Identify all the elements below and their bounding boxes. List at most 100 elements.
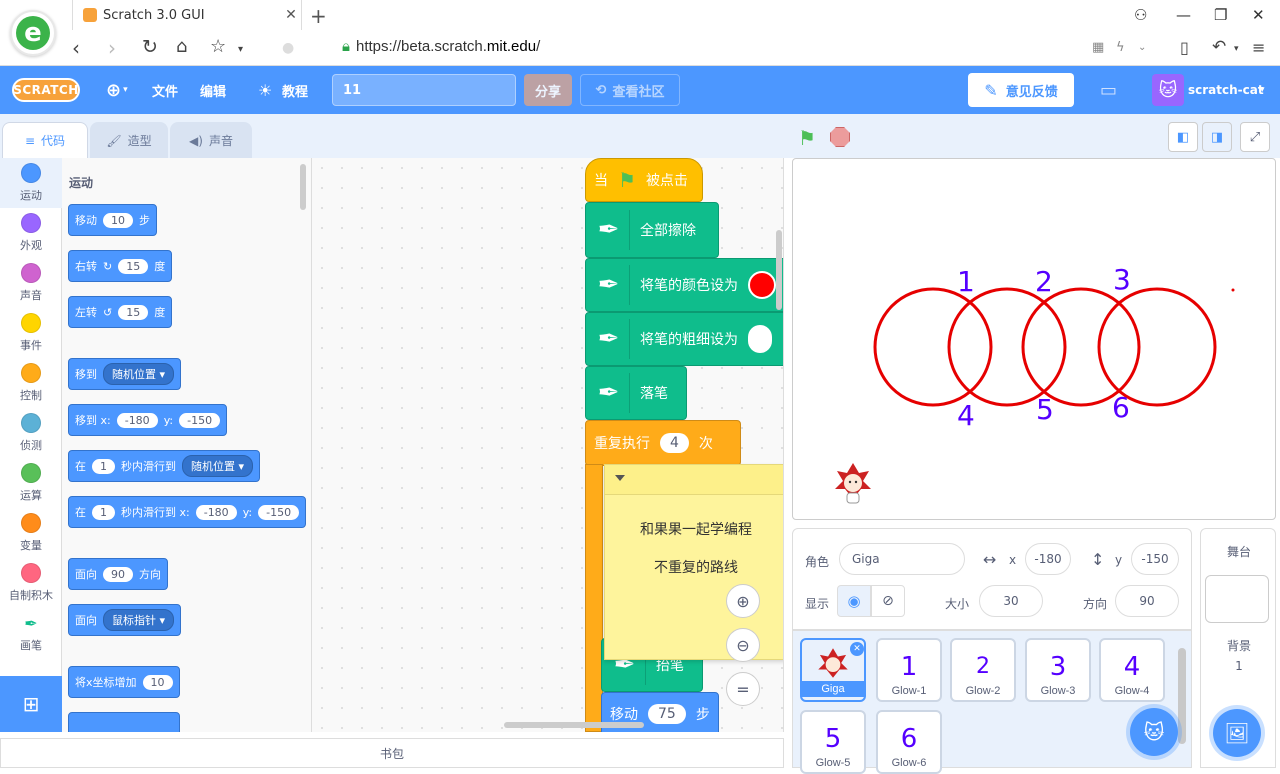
block-input[interactable]: 1 (92, 458, 115, 474)
direction-input[interactable]: 90 (1115, 585, 1179, 617)
block-glide-to[interactable]: 在 1 秒内滑行到 随机位置 ▾ (68, 450, 261, 482)
size-input[interactable]: 30 (979, 585, 1043, 617)
large-stage-button[interactable]: ◨ (1202, 122, 1232, 152)
bookmark-star-icon[interactable]: ☆ (210, 36, 226, 57)
category-variables[interactable]: 变量 (0, 508, 62, 558)
block-input[interactable]: 15 (118, 304, 149, 320)
block-input[interactable]: -180 (195, 504, 237, 520)
block-input[interactable]: 10 (103, 212, 133, 228)
color-swatch[interactable] (748, 271, 776, 299)
add-extension-button[interactable]: ⊞ (0, 676, 62, 732)
qr-icon[interactable]: ▦ (1092, 40, 1104, 55)
my-stuff-folder-icon[interactable]: ▭ (1100, 66, 1117, 114)
stop-icon[interactable] (830, 127, 850, 147)
stage-target-pane[interactable]: 舞台 背景 1 🖼︎ (1200, 528, 1276, 768)
undo-icon[interactable]: ↶ (1212, 37, 1226, 57)
sprite-thumb-glow-2[interactable]: 2 Glow-2 (950, 638, 1016, 702)
palette-scrollbar[interactable] (300, 164, 306, 210)
category-my-blocks[interactable]: 自制积木 (0, 558, 62, 608)
block-input[interactable]: -150 (258, 504, 300, 520)
comment-text[interactable]: 和果果一起学编程 不重复的路线 (605, 495, 783, 587)
comment-note[interactable]: 和果果一起学编程 不重复的路线 (604, 464, 783, 660)
add-backdrop-button[interactable]: 🖼︎ (1213, 709, 1261, 757)
code-workspace[interactable]: 当 ⚑ 被点击 ✒ 全部擦除 ✒ 将笔的颜色设为 ✒ 将笔的粗细设为 ✒ 落笔 … (312, 158, 784, 732)
block-goto-xy[interactable]: 移到 x: -180 y: -150 (68, 404, 228, 436)
minimize-icon[interactable]: — (1176, 6, 1191, 24)
block-glide-xy[interactable]: 在 1 秒内滑行到 x: -180 y: -150 (68, 496, 307, 528)
file-menu[interactable]: 文件 (152, 66, 178, 114)
account-dropdown-icon[interactable]: ▾ (1260, 66, 1265, 114)
back-icon[interactable]: ‹ (72, 36, 80, 60)
browser-tab[interactable]: Scratch 3.0 GUI ✕ (72, 0, 302, 30)
sprite-thumb-glow-6[interactable]: 6 Glow-6 (876, 710, 942, 774)
block-goto[interactable]: 移到 随机位置 ▾ (68, 358, 182, 390)
url-dropdown-icon[interactable]: ⌄ (1138, 42, 1146, 53)
sprite-thumb-glow-1[interactable]: 1 Glow-1 (876, 638, 942, 702)
sprite-thumb-glow-4[interactable]: 4 Glow-4 (1099, 638, 1165, 702)
category-sensing[interactable]: 侦测 (0, 408, 62, 458)
stage-canvas[interactable]: 1 2 3 4 5 6 (792, 158, 1276, 520)
block-point-direction[interactable]: 面向 90 方向 (68, 558, 168, 590)
tutorials-menu[interactable]: 教程 (282, 66, 308, 114)
share-button[interactable]: 分享 (524, 74, 572, 106)
block-input[interactable]: 1 (92, 504, 115, 520)
zoom-out-button[interactable]: ⊖ (726, 628, 760, 662)
see-community-button[interactable]: ⟲ 查看社区 (580, 74, 680, 106)
sprite-list-scrollbar[interactable] (1178, 648, 1186, 744)
bookmark-dropdown-icon[interactable]: ▾ (238, 44, 243, 55)
giga-sprite-icon[interactable] (835, 463, 871, 504)
home-icon[interactable]: ⌂ (176, 36, 187, 57)
workspace-horizontal-scrollbar[interactable] (504, 722, 644, 728)
close-window-icon[interactable]: ✕ (1252, 6, 1265, 24)
block-change-x[interactable]: 将x坐标增加 10 (68, 666, 180, 698)
language-globe-icon[interactable]: ⊕ ▾ (106, 66, 128, 114)
comment-header[interactable] (605, 465, 783, 495)
edit-menu[interactable]: 编辑 (200, 66, 226, 114)
tab-code[interactable]: ≡ 代码 (2, 122, 88, 158)
reader-icon[interactable]: ▯ (1180, 38, 1189, 57)
zoom-reset-button[interactable]: = (726, 672, 760, 706)
block-repeat[interactable]: 重复执行 4 次 (585, 420, 741, 466)
category-control[interactable]: 控制 (0, 358, 62, 408)
category-motion[interactable]: 运动 (0, 158, 62, 208)
new-tab-icon[interactable]: + (310, 4, 327, 28)
category-looks[interactable]: 外观 (0, 208, 62, 258)
browser-logo[interactable]: e (10, 10, 56, 56)
avatar[interactable]: 🐱︎ (1152, 74, 1184, 106)
block-dropdown[interactable]: 鼠标指针 ▾ (103, 609, 175, 631)
tab-costumes[interactable]: 🖌︎ 造型 (90, 122, 168, 158)
username[interactable]: scratch-cat (1188, 66, 1264, 114)
green-flag-icon[interactable]: ⚑ (798, 126, 816, 150)
block-turn-left[interactable]: 左转 ↺ 15 度 (68, 296, 173, 328)
pen-size-input[interactable] (748, 325, 772, 353)
block-turn-right[interactable]: 右转 ↻ 15 度 (68, 250, 173, 282)
block-dropdown[interactable]: 随机位置 ▾ (103, 363, 175, 385)
y-input[interactable]: -150 (1131, 543, 1179, 575)
workspace-vertical-scrollbar[interactable] (776, 230, 782, 310)
sprite-thumb-glow-3[interactable]: 3 Glow-3 (1025, 638, 1091, 702)
block-input[interactable]: -150 (179, 412, 221, 428)
small-stage-button[interactable]: ◧ (1168, 122, 1198, 152)
block-input[interactable]: 75 (648, 704, 686, 724)
address-bar[interactable]: 🔒︎ https://beta.scratch.mit.edu/ (342, 38, 540, 55)
menu-icon[interactable]: ≡ (1252, 38, 1265, 57)
reload-icon[interactable]: ↻ (142, 36, 158, 58)
maximize-icon[interactable]: ❐ (1214, 6, 1227, 24)
block-input[interactable]: 90 (103, 566, 133, 582)
add-sprite-button[interactable]: 🐱︎ (1130, 708, 1178, 756)
x-input[interactable]: -180 (1025, 543, 1071, 575)
category-sound[interactable]: 声音 (0, 258, 62, 308)
block-input[interactable]: 4 (660, 433, 689, 453)
block-move-steps[interactable]: 移动 10 步 (68, 204, 157, 236)
block-pen-down[interactable]: ✒ 落笔 (585, 366, 687, 420)
undo-dropdown-icon[interactable]: ▾ (1234, 44, 1239, 54)
block-point-towards[interactable]: 面向 鼠标指针 ▾ (68, 604, 182, 636)
block-input[interactable]: -180 (116, 412, 158, 428)
backpack[interactable]: 书包 (0, 738, 784, 768)
block-set-pen-size[interactable]: ✒ 将笔的粗细设为 (585, 312, 783, 366)
delete-sprite-icon[interactable]: ✕ (850, 642, 864, 656)
category-pen[interactable]: ✒ 画笔 (0, 608, 62, 658)
block-dropdown[interactable]: 随机位置 ▾ (182, 455, 254, 477)
hide-button[interactable]: ⊘ (871, 585, 905, 617)
lightning-icon[interactable]: ϟ (1116, 40, 1125, 55)
